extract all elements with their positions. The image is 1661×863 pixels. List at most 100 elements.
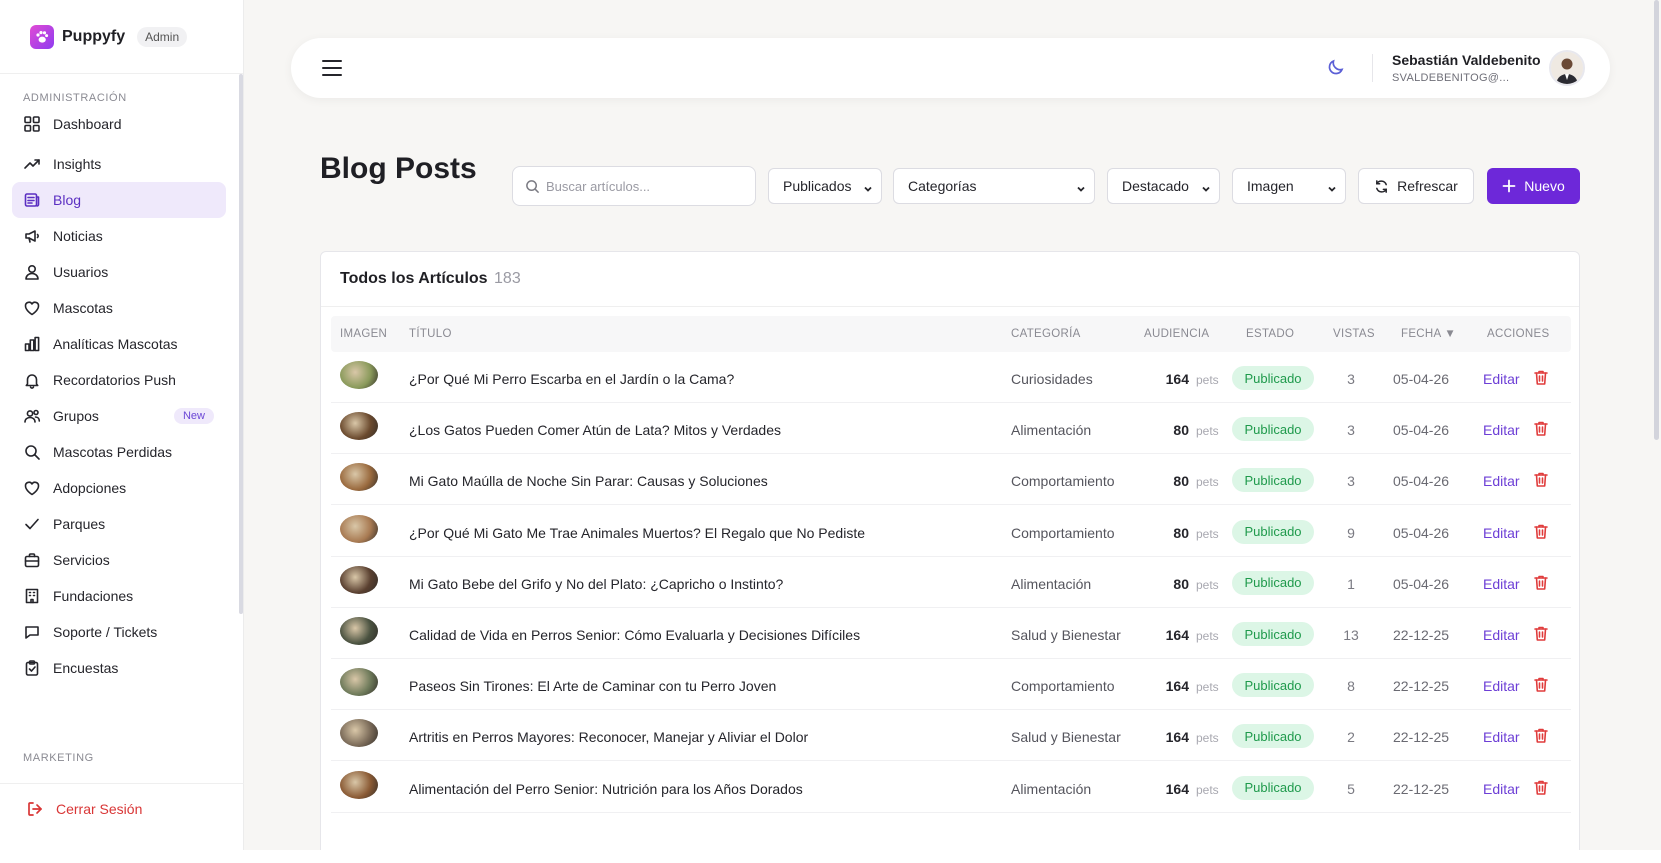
table-row[interactable]: Mi Gato Maúlla de Noche Sin Parar: Causa… xyxy=(331,454,1571,506)
sidebar-item-soporte-tickets[interactable]: Soporte / Tickets xyxy=(12,614,226,650)
avatar[interactable] xyxy=(1549,50,1585,86)
table-row[interactable]: Alimentación del Perro Senior: Nutrición… xyxy=(331,762,1571,813)
image-filter-select[interactable]: Imagen xyxy=(1232,168,1346,204)
menu-button[interactable] xyxy=(321,58,343,83)
card-title: Todos los Artículos 183 xyxy=(340,270,521,288)
sidebar-scrollbar[interactable] xyxy=(239,74,243,614)
table-row[interactable]: ¿Los Gatos Pueden Comer Atún de Lata? Mi… xyxy=(331,403,1571,455)
edit-link[interactable]: Editar xyxy=(1483,781,1520,797)
delete-button[interactable] xyxy=(1533,523,1549,540)
delete-button[interactable] xyxy=(1533,676,1549,693)
page-scrollbar[interactable] xyxy=(1654,0,1659,440)
post-title[interactable]: Mi Gato Maúlla de Noche Sin Parar: Causa… xyxy=(409,473,768,489)
post-audience: 80 xyxy=(1173,524,1189,541)
search-box[interactable] xyxy=(512,166,756,206)
sidebar-item-encuestas[interactable]: Encuestas xyxy=(12,650,226,686)
sidebar-item-usuarios[interactable]: Usuarios xyxy=(12,254,226,290)
table-row[interactable]: Paseos Sin Tirones: El Arte de Caminar c… xyxy=(331,659,1571,711)
sidebar-item-fundaciones[interactable]: Fundaciones xyxy=(12,578,226,614)
edit-link[interactable]: Editar xyxy=(1483,422,1520,438)
edit-link[interactable]: Editar xyxy=(1483,473,1520,489)
column-header-date[interactable]: FECHA ▼ xyxy=(1401,328,1456,340)
delete-button[interactable] xyxy=(1533,420,1549,437)
post-category: Alimentación xyxy=(1011,422,1092,439)
post-audience: 164 xyxy=(1165,678,1189,695)
post-title[interactable]: ¿Por Qué Mi Perro Escarba en el Jardín o… xyxy=(409,371,734,387)
post-title[interactable]: Paseos Sin Tirones: El Arte de Caminar c… xyxy=(409,678,776,694)
sidebar-item-label: Usuarios xyxy=(53,264,109,280)
new-post-button[interactable]: Nuevo xyxy=(1487,168,1580,204)
delete-button[interactable] xyxy=(1533,779,1549,796)
trash-icon xyxy=(1533,676,1549,693)
post-title[interactable]: ¿Los Gatos Pueden Comer Atún de Lata? Mi… xyxy=(409,422,781,438)
table-row[interactable]: Artritis en Perros Mayores: Reconocer, M… xyxy=(331,710,1571,762)
post-title[interactable]: Artritis en Perros Mayores: Reconocer, M… xyxy=(409,729,808,745)
delete-button[interactable] xyxy=(1533,574,1549,591)
trend-icon xyxy=(23,155,41,173)
check-icon xyxy=(23,515,41,533)
sidebar-item-analíticas-mascotas[interactable]: Analíticas Mascotas xyxy=(12,326,226,362)
post-date: 05-04-26 xyxy=(1393,422,1450,439)
post-title[interactable]: Alimentación del Perro Senior: Nutrición… xyxy=(409,781,803,797)
sidebar-item-dashboard[interactable]: Dashboard xyxy=(12,106,226,142)
post-thumbnail xyxy=(340,361,378,389)
post-audience: 80 xyxy=(1173,473,1189,490)
status-filter-select[interactable]: Publicados xyxy=(768,168,882,204)
post-title[interactable]: Mi Gato Bebe del Grifo y No del Plato: ¿… xyxy=(409,576,783,592)
logout-button[interactable]: Cerrar Sesión xyxy=(26,800,142,818)
sidebar-item-grupos[interactable]: Grupos New xyxy=(12,398,226,434)
column-header-category[interactable]: CATEGORÍA xyxy=(1011,328,1081,340)
column-header-audience[interactable]: AUDIENCIA xyxy=(1144,328,1209,340)
table-row[interactable]: ¿Por Qué Mi Perro Escarba en el Jardín o… xyxy=(331,352,1571,403)
edit-link[interactable]: Editar xyxy=(1483,678,1520,694)
sidebar-item-servicios[interactable]: Servicios xyxy=(12,542,226,578)
table-row[interactable]: ¿Por Qué Mi Gato Me Trae Animales Muerto… xyxy=(331,506,1571,557)
status-badge: Publicado xyxy=(1232,775,1314,800)
edit-link[interactable]: Editar xyxy=(1483,627,1520,643)
featured-filter-select[interactable]: Destacado xyxy=(1107,168,1220,204)
table-row[interactable]: Calidad de Vida en Perros Senior: Cómo E… xyxy=(331,608,1571,659)
sidebar-item-recordatorios-push[interactable]: Recordatorios Push xyxy=(12,362,226,398)
sidebar-item-mascotas[interactable]: Mascotas xyxy=(12,290,226,326)
table-row[interactable]: Mi Gato Bebe del Grifo y No del Plato: ¿… xyxy=(331,557,1571,608)
post-views: 3 xyxy=(1347,371,1355,387)
sidebar-item-insights[interactable]: Insights xyxy=(12,146,226,182)
trash-icon xyxy=(1533,727,1549,744)
delete-button[interactable] xyxy=(1533,727,1549,744)
post-category: Curiosidades xyxy=(1011,371,1093,387)
post-title[interactable]: Calidad de Vida en Perros Senior: Cómo E… xyxy=(409,627,860,643)
search-input[interactable] xyxy=(546,178,746,194)
sidebar-item-blog[interactable]: Blog xyxy=(12,182,226,218)
edit-link[interactable]: Editar xyxy=(1483,576,1520,592)
status-badge: Publicado xyxy=(1232,622,1314,646)
sidebar-item-parques[interactable]: Parques xyxy=(12,506,226,542)
column-header-status[interactable]: ESTADO xyxy=(1246,328,1294,340)
edit-link[interactable]: Editar xyxy=(1483,371,1520,387)
grid-icon xyxy=(23,115,41,133)
sidebar-item-mascotas-perdidas[interactable]: Mascotas Perdidas xyxy=(12,434,226,470)
post-title[interactable]: ¿Por Qué Mi Gato Me Trae Animales Muerto… xyxy=(409,525,865,541)
logout-label: Cerrar Sesión xyxy=(56,801,143,817)
delete-button[interactable] xyxy=(1533,369,1549,386)
refresh-button[interactable]: Refrescar xyxy=(1358,168,1474,204)
sidebar-item-adopciones[interactable]: Adopciones xyxy=(12,470,226,506)
category-filter-select[interactable]: Categorías xyxy=(893,168,1095,204)
column-header-views[interactable]: VISTAS xyxy=(1333,328,1375,340)
post-date: 22-12-25 xyxy=(1393,678,1450,695)
sidebar: Puppyfy Admin ADMINISTRACIÓN Dashboard In… xyxy=(0,0,244,850)
paw-logo-icon xyxy=(30,24,54,49)
brand[interactable]: Puppyfy Admin xyxy=(0,0,243,74)
chat-icon xyxy=(23,623,41,641)
post-audience: 164 xyxy=(1165,627,1189,643)
edit-link[interactable]: Editar xyxy=(1483,729,1520,745)
delete-button[interactable] xyxy=(1533,471,1549,488)
sidebar-item-label: Noticias xyxy=(53,228,103,244)
sidebar-item-noticias[interactable]: Noticias xyxy=(12,218,226,254)
edit-link[interactable]: Editar xyxy=(1483,525,1520,541)
user-name: Sebastián Valdebenito xyxy=(1392,52,1541,68)
column-header-title[interactable]: TÍTULO xyxy=(409,328,452,340)
sidebar-item-label: Mascotas xyxy=(53,300,113,316)
delete-button[interactable] xyxy=(1533,625,1549,642)
theme-toggle-button[interactable] xyxy=(1326,57,1346,82)
post-views: 13 xyxy=(1343,627,1359,643)
